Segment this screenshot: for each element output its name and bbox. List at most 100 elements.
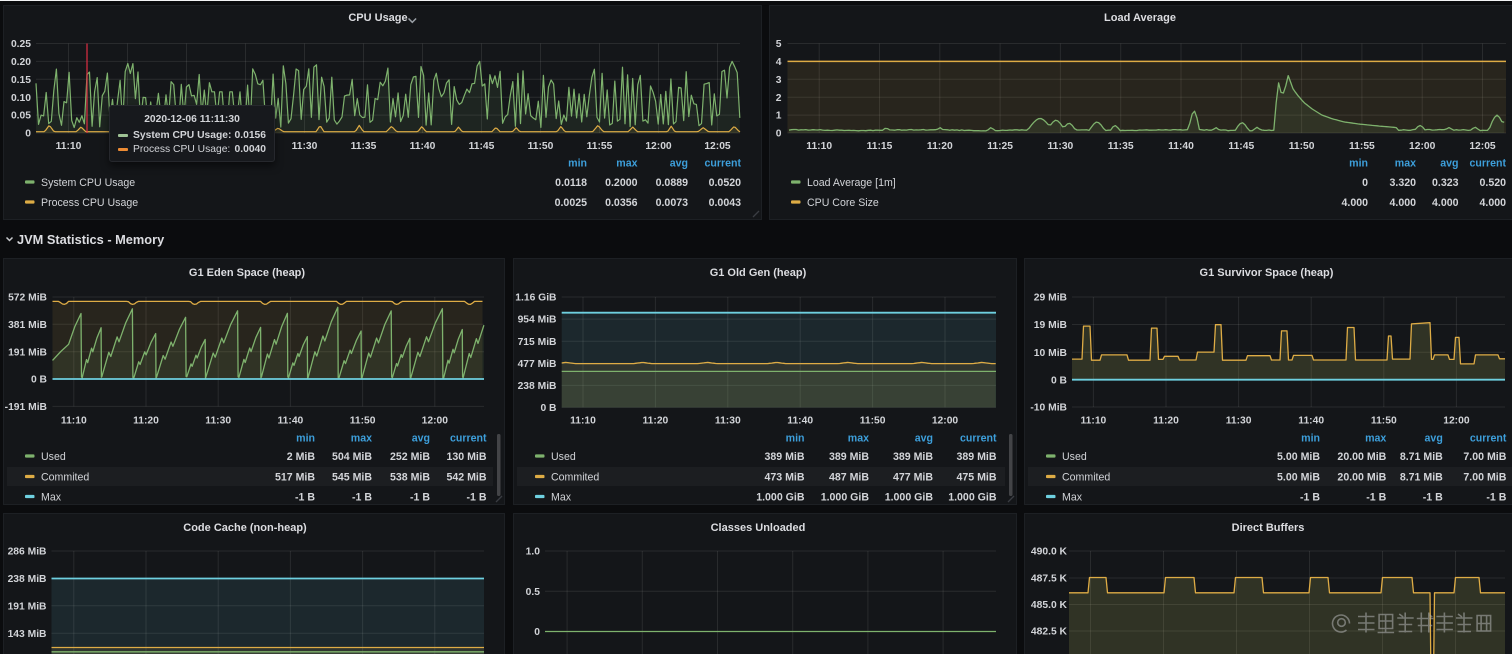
svg-text:11:35: 11:35 bbox=[351, 141, 377, 152]
svg-text:Classes Unloaded: Classes Unloaded bbox=[711, 522, 806, 534]
svg-text:11:55: 11:55 bbox=[1349, 141, 1375, 152]
svg-text:11:50: 11:50 bbox=[860, 416, 886, 427]
svg-text:4.000: 4.000 bbox=[1479, 197, 1506, 209]
svg-text:1.000 GiB: 1.000 GiB bbox=[885, 491, 934, 503]
svg-text:130 MiB: 130 MiB bbox=[446, 451, 486, 463]
svg-text:Code Cache (non-heap): Code Cache (non-heap) bbox=[183, 522, 307, 534]
svg-text:954 MiB: 954 MiB bbox=[518, 315, 557, 326]
svg-text:8.71 MiB: 8.71 MiB bbox=[1400, 471, 1443, 483]
svg-text:389 MiB: 389 MiB bbox=[956, 451, 996, 463]
svg-text:avg: avg bbox=[1440, 158, 1458, 170]
svg-text:Used: Used bbox=[1062, 451, 1087, 463]
svg-text:1.16 GiB: 1.16 GiB bbox=[515, 293, 556, 304]
svg-text:19 MiB: 19 MiB bbox=[1034, 320, 1067, 331]
svg-text:11:30: 11:30 bbox=[292, 141, 318, 152]
svg-text:G1 Old Gen (heap): G1 Old Gen (heap) bbox=[710, 267, 807, 279]
svg-text:11:35: 11:35 bbox=[1108, 141, 1134, 152]
svg-text:Commited: Commited bbox=[1062, 471, 1110, 483]
svg-text:current: current bbox=[1470, 433, 1507, 445]
svg-text:1.000 GiB: 1.000 GiB bbox=[948, 491, 997, 503]
svg-text:G1 Eden Space (heap): G1 Eden Space (heap) bbox=[189, 267, 305, 279]
svg-text:11:10: 11:10 bbox=[570, 416, 596, 427]
svg-text:11:50: 11:50 bbox=[350, 416, 376, 427]
svg-text:0.20: 0.20 bbox=[11, 57, 31, 68]
svg-text:10 MiB: 10 MiB bbox=[1034, 348, 1067, 359]
svg-text:29 MiB: 29 MiB bbox=[1034, 293, 1067, 304]
svg-text:0.05: 0.05 bbox=[11, 111, 31, 122]
svg-text:0.10: 0.10 bbox=[11, 93, 31, 104]
svg-text:143 MiB: 143 MiB bbox=[8, 629, 47, 640]
svg-text:0: 0 bbox=[1362, 177, 1368, 189]
svg-text:min: min bbox=[568, 158, 587, 170]
svg-text:12:00: 12:00 bbox=[1443, 416, 1470, 427]
svg-text:Direct Buffers: Direct Buffers bbox=[1232, 522, 1305, 534]
svg-text:4.000: 4.000 bbox=[1432, 197, 1459, 209]
svg-text:12:00: 12:00 bbox=[932, 416, 959, 427]
svg-text:-10 MiB: -10 MiB bbox=[1030, 403, 1067, 414]
svg-text:0.0073: 0.0073 bbox=[656, 197, 689, 209]
svg-text:-191 MiB: -191 MiB bbox=[5, 402, 47, 413]
svg-text:min: min bbox=[786, 433, 805, 445]
svg-text:542 MiB: 542 MiB bbox=[446, 471, 486, 483]
svg-text:Max: Max bbox=[551, 491, 572, 503]
svg-text:12:00: 12:00 bbox=[422, 416, 449, 427]
svg-text:5.00 MiB: 5.00 MiB bbox=[1277, 471, 1320, 483]
svg-text:1.0: 1.0 bbox=[526, 547, 541, 558]
svg-text:G1 Survivor Space (heap): G1 Survivor Space (heap) bbox=[1200, 267, 1334, 279]
svg-text:11:55: 11:55 bbox=[587, 141, 613, 152]
svg-text:5: 5 bbox=[776, 39, 782, 50]
svg-text:-1 B: -1 B bbox=[1300, 491, 1320, 503]
svg-text:545 MiB: 545 MiB bbox=[332, 471, 372, 483]
svg-text:477 MiB: 477 MiB bbox=[893, 471, 933, 483]
svg-text:0.0025: 0.0025 bbox=[555, 197, 588, 209]
svg-text:Commited: Commited bbox=[41, 471, 89, 483]
svg-text:current: current bbox=[960, 433, 997, 445]
svg-text:-1 B: -1 B bbox=[295, 491, 315, 503]
svg-text:12:00: 12:00 bbox=[1409, 141, 1436, 152]
svg-text:0: 0 bbox=[534, 627, 540, 638]
svg-text:Load Average [1m]: Load Average [1m] bbox=[807, 177, 896, 189]
svg-text:482.5 K: 482.5 K bbox=[1031, 627, 1068, 638]
svg-text:11:50: 11:50 bbox=[1371, 416, 1397, 427]
svg-text:11:20: 11:20 bbox=[133, 416, 159, 427]
svg-text:min: min bbox=[1301, 433, 1320, 445]
svg-text:12:05: 12:05 bbox=[1469, 141, 1496, 152]
svg-text:max: max bbox=[616, 158, 637, 170]
svg-text:11:20: 11:20 bbox=[1153, 416, 1179, 427]
svg-text:11:20: 11:20 bbox=[927, 141, 953, 152]
svg-text:487 MiB: 487 MiB bbox=[829, 471, 869, 483]
svg-text:11:30: 11:30 bbox=[715, 416, 741, 427]
svg-text:avg: avg bbox=[670, 158, 688, 170]
svg-text:191 MiB: 191 MiB bbox=[8, 601, 47, 612]
svg-text:Process CPU Usage: Process CPU Usage bbox=[41, 197, 138, 209]
svg-text:0.15: 0.15 bbox=[11, 75, 31, 86]
svg-text:572 MiB: 572 MiB bbox=[8, 293, 47, 304]
svg-text:0 B: 0 B bbox=[1051, 375, 1067, 386]
svg-text:11:30: 11:30 bbox=[205, 416, 231, 427]
svg-text:475 MiB: 475 MiB bbox=[956, 471, 996, 483]
svg-text:11:10: 11:10 bbox=[56, 141, 82, 152]
svg-text:11:15: 11:15 bbox=[867, 141, 893, 152]
svg-text:0 B: 0 B bbox=[31, 375, 47, 386]
svg-text:CPU Core Size: CPU Core Size bbox=[807, 197, 879, 209]
svg-text:11:40: 11:40 bbox=[278, 416, 304, 427]
svg-text:538 MiB: 538 MiB bbox=[390, 471, 430, 483]
svg-text:11:10: 11:10 bbox=[806, 141, 832, 152]
svg-text:-1 B: -1 B bbox=[1366, 491, 1386, 503]
svg-text:20.00 MiB: 20.00 MiB bbox=[1337, 451, 1386, 463]
svg-text:8.71 MiB: 8.71 MiB bbox=[1400, 451, 1443, 463]
svg-text:389 MiB: 389 MiB bbox=[829, 451, 869, 463]
svg-text:Max: Max bbox=[1062, 491, 1083, 503]
svg-text:max: max bbox=[1395, 158, 1416, 170]
svg-text:Max: Max bbox=[41, 491, 62, 503]
svg-text:11:40: 11:40 bbox=[1298, 416, 1324, 427]
svg-text:-1 B: -1 B bbox=[1423, 491, 1443, 503]
svg-text:CPU Usage: CPU Usage bbox=[348, 12, 407, 24]
svg-text:11:20: 11:20 bbox=[643, 416, 669, 427]
svg-text:4.000: 4.000 bbox=[1341, 197, 1368, 209]
svg-text:current: current bbox=[1470, 158, 1507, 170]
svg-text:487.5 K: 487.5 K bbox=[1031, 574, 1068, 585]
svg-text:Used: Used bbox=[41, 451, 66, 463]
svg-text:11:50: 11:50 bbox=[1289, 141, 1315, 152]
svg-text:11:25: 11:25 bbox=[987, 141, 1013, 152]
